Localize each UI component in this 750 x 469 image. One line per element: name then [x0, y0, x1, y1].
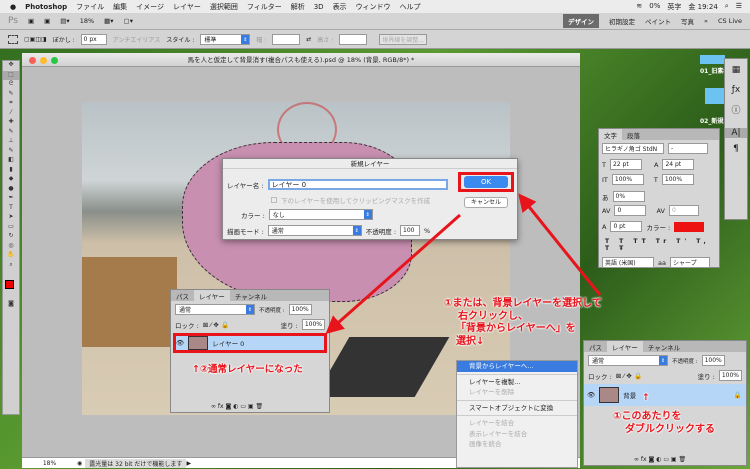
annotation-arrows	[325, 193, 602, 334]
arrow-to-ok	[518, 193, 602, 296]
arrow-to-layer	[325, 213, 461, 334]
